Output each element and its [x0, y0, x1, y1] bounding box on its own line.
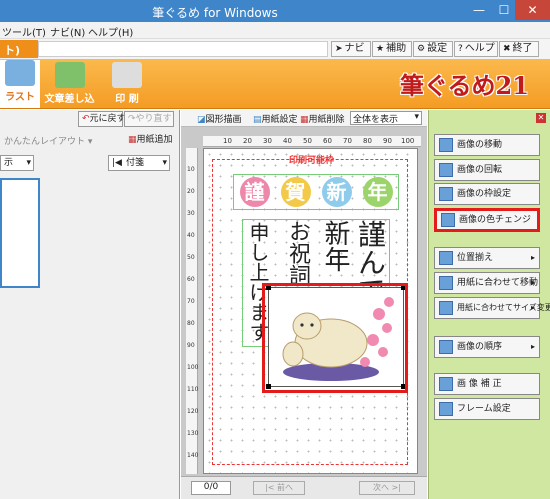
exit-icon: ✖ — [503, 44, 511, 54]
image-highlight-frame — [262, 283, 408, 393]
frame-settings-button[interactable]: フレーム設定 — [434, 398, 540, 420]
redo-icon: ↷ — [128, 114, 136, 124]
menu-help[interactable]: ヘルプ(H) — [88, 24, 133, 39]
sheet-delete-icon: ▦ — [300, 115, 309, 125]
sheet-settings-icon: ▤ — [253, 115, 262, 125]
fusen-select[interactable]: |◀ 付箋 ▾ — [108, 155, 170, 171]
redo-button[interactable]: ↷やり直す — [124, 111, 174, 127]
page-thumbnail[interactable] — [0, 178, 40, 288]
close-button[interactable]: ✕ — [515, 0, 550, 20]
fit-move-icon — [439, 275, 453, 290]
ruler-vertical: 10 20 30 40 50 60 70 80 90 100 110 120 1… — [186, 148, 198, 474]
mode-tab[interactable]: ト) — [0, 40, 38, 58]
shape-icon: ◪ — [197, 115, 206, 125]
printer-icon — [112, 62, 142, 88]
poem-line-right1: 新年 — [320, 220, 350, 272]
left-panel: ↶元に戻す ↷やり直す かんたんレイアウト ▾ ▦用紙追加 示 ▾ |◀ 付箋 ▾ — [0, 110, 180, 499]
fit-size-button[interactable]: 用紙に合わせてサイズ変更 ▸ — [434, 297, 550, 319]
image-frame-button[interactable]: 画像の枠設定 — [434, 183, 540, 205]
window-title: 筆ぐるめ for Windows — [152, 6, 278, 20]
menu-bar: ツール(T) ナビ(N) ヘルプ(H) — [0, 22, 550, 39]
navi-button[interactable]: ➤ ナビ — [331, 41, 371, 57]
ribbon-tab-illust[interactable]: ラスト — [0, 60, 40, 108]
move-icon — [439, 137, 453, 152]
canvas-toolbar: ◪図形描画 ▤用紙設定 ▦用紙削除 全体を表示 ▾ — [181, 110, 427, 127]
star-icon: ★ — [376, 44, 385, 54]
close-icon[interactable]: ✕ — [536, 113, 546, 123]
image-move-button[interactable]: 画像の移動 — [434, 134, 540, 156]
page-nav-bar: 0/0 |< 前へ 次へ >| — [181, 476, 427, 499]
ribbon-tab-merge[interactable]: 文章差し込み — [42, 62, 97, 120]
color-change-icon — [441, 212, 455, 227]
greeting-char-4: 年 — [362, 177, 393, 207]
undo-button[interactable]: ↶元に戻す — [78, 111, 126, 127]
menu-tool[interactable]: ツール(T) — [2, 24, 46, 39]
display-select[interactable]: 示 ▾ — [0, 155, 34, 171]
fit-move-button[interactable]: 用紙に合わせて移動 ▸ — [434, 272, 540, 294]
merge-icon — [54, 62, 85, 88]
frame-settings-icon — [439, 401, 453, 416]
illust-icon — [5, 60, 35, 86]
frame-icon — [439, 186, 453, 201]
add-sheet-icon: ▦ — [128, 135, 137, 145]
toolbar-blank — [38, 41, 328, 57]
shape-draw-button[interactable]: ◪図形描画 — [197, 112, 242, 125]
align-button[interactable]: 位置揃え ▸ — [434, 247, 540, 269]
title-bar: 筆ぐるめ for Windows — ☐ ✕ — [0, 0, 550, 22]
view-select[interactable]: 全体を表示 ▾ — [350, 111, 422, 125]
assist-button[interactable]: ★ 補助 — [372, 41, 412, 57]
image-rotate-button[interactable]: 画像の回転 — [434, 159, 540, 181]
image-order-button[interactable]: 画像の順序 ▸ — [434, 336, 540, 358]
correction-icon — [439, 376, 453, 391]
menu-navi[interactable]: ナビ(N) — [50, 24, 85, 39]
image-color-change-button[interactable]: 画像の色チェンジ — [434, 208, 540, 232]
greeting-char-2: 賀 — [280, 177, 311, 207]
maximize-button[interactable]: ☐ — [493, 0, 515, 20]
app-logo: 筆ぐるめ21 — [400, 71, 529, 100]
fit-size-icon — [439, 300, 453, 315]
greeting-char-3: 新 — [321, 177, 352, 207]
exit-button[interactable]: ✖ 終了 — [499, 41, 539, 57]
align-icon — [439, 250, 453, 265]
minimize-button[interactable]: — — [465, 0, 493, 20]
add-sheet-button[interactable]: ▦用紙追加 — [128, 132, 173, 145]
print-area-label: 印刷可能枠 — [288, 156, 334, 166]
ribbon-tab-print[interactable]: 印 刷 — [102, 62, 152, 106]
rotate-icon — [439, 162, 453, 177]
sheet-delete-button[interactable]: ▦用紙削除 — [300, 112, 345, 125]
greeting-char-1: 謹 — [239, 177, 270, 207]
next-page-button[interactable]: 次へ >| — [359, 481, 415, 495]
navi-icon: ➤ — [335, 44, 343, 54]
page-counter: 0/0 — [191, 481, 231, 495]
poem-line-mid: お祝詞 — [285, 220, 310, 286]
help-button[interactable]: ? ヘルプ — [454, 41, 498, 57]
prev-page-button[interactable]: |< 前へ — [253, 481, 305, 495]
sheet-settings-button[interactable]: ▤用紙設定 — [253, 112, 298, 125]
settings-button[interactable]: ⚙ 設定 — [413, 41, 453, 57]
undo-icon: ↶ — [82, 114, 90, 124]
gear-icon: ⚙ — [417, 44, 426, 54]
image-correction-button[interactable]: 画 像 補 正 — [434, 373, 540, 395]
order-icon — [439, 339, 453, 354]
help-icon: ? — [458, 44, 463, 54]
easy-layout-button[interactable]: かんたんレイアウト ▾ — [4, 134, 92, 147]
ruler-horizontal: 10 20 30 40 50 60 70 80 90 100 — [203, 136, 421, 147]
greeting-textbox[interactable]: 謹 賀 新 年 — [233, 174, 399, 210]
